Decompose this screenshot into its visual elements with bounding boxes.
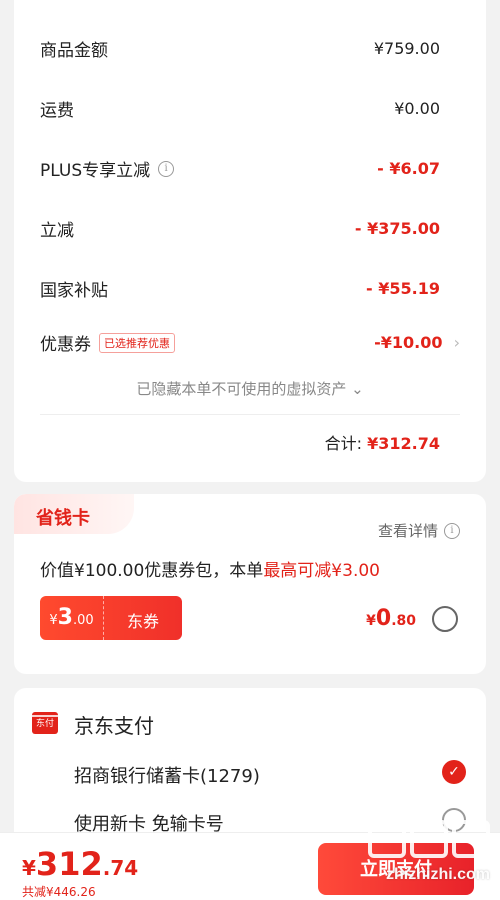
checkmark-icon[interactable]: ✓ xyxy=(442,760,466,784)
summary-row-coupon[interactable]: 优惠券 已选推荐优惠 -¥10.00 › xyxy=(40,330,460,355)
new-card-radio[interactable] xyxy=(442,808,466,832)
summary-row-national-subsidy: 国家补贴 - ¥55.19 xyxy=(40,276,440,301)
coupon-type: 东券 xyxy=(126,612,159,631)
row-label: 立减 xyxy=(40,221,74,241)
coupon-ticket: ¥ 3 .00 东券 xyxy=(40,596,182,640)
recommended-tag: 已选推荐优惠 xyxy=(99,332,175,353)
row-value: - ¥375.00 xyxy=(354,219,440,238)
summary-row-instant-discount: 立减 - ¥375.00 xyxy=(40,216,440,241)
row-label: 优惠券 xyxy=(40,335,91,355)
price-dec: .80 xyxy=(391,613,416,629)
row-value: -¥10.00 xyxy=(374,333,443,352)
bottom-bar: ¥312.74 共减¥446.26 立即支付 xyxy=(0,832,500,900)
chevron-right-icon: › xyxy=(453,333,460,352)
price-int: 0 xyxy=(375,606,392,631)
pay-now-button[interactable]: 立即支付 xyxy=(318,843,474,895)
total-label: 合计: xyxy=(324,434,363,453)
hidden-assets-toggle[interactable]: 已隐藏本单不可使用的虚拟资产 ⌄ xyxy=(14,378,486,399)
total-value: ¥312.74 xyxy=(367,434,440,453)
row-label: 商品金额 xyxy=(40,41,108,61)
yen-sign: ¥ xyxy=(22,856,36,880)
savings-card-radio[interactable] xyxy=(432,606,458,632)
coupon-int: 3 xyxy=(57,605,73,630)
view-details-link[interactable]: 查看详情 i xyxy=(378,520,460,541)
yen-sign: ¥ xyxy=(366,613,376,629)
divider xyxy=(40,414,460,415)
row-value: ¥0.00 xyxy=(394,99,440,118)
summary-row-shipping: 运费 ¥0.00 xyxy=(40,96,440,121)
summary-row-goods-amount: 商品金额 ¥759.00 xyxy=(40,36,440,61)
coupon-amount: ¥ 3 .00 xyxy=(40,596,104,640)
total: 合计: ¥312.74 xyxy=(325,430,440,454)
yen-sign: ¥ xyxy=(49,613,58,628)
info-icon: i xyxy=(444,522,460,539)
desc-highlight: 最高可减¥3.00 xyxy=(263,561,380,581)
desc-prefix: 价值¥100.00优惠券包，本单 xyxy=(40,561,264,581)
info-icon[interactable]: i xyxy=(158,160,175,177)
row-label: PLUS专享立减 xyxy=(40,161,151,181)
total-saved: 共减¥446.26 xyxy=(22,885,96,899)
payment-title: 京东支付 xyxy=(74,714,154,738)
coupon-dec: .00 xyxy=(72,613,94,628)
row-value: - ¥55.19 xyxy=(366,279,440,298)
row-value: ¥759.00 xyxy=(373,39,440,58)
row-value: - ¥6.07 xyxy=(377,159,440,178)
view-details-label: 查看详情 xyxy=(377,522,438,540)
savings-description: 价值¥100.00优惠券包，本单最高可减¥3.00 xyxy=(40,556,380,581)
price-int: 312 xyxy=(35,845,103,883)
price-summary-card: 商品金额 ¥759.00 运费 ¥0.00 PLUS专享立减 i - ¥6.07… xyxy=(14,0,486,482)
payment-option-cmb-card[interactable]: 招商银行储蓄卡(1279) xyxy=(74,762,260,788)
savings-card-price: ¥0.80 xyxy=(366,606,416,631)
row-label: 国家补贴 xyxy=(40,281,108,301)
total-price: ¥312.74 xyxy=(22,845,138,883)
jd-pay-icon: 东付 xyxy=(32,712,58,734)
savings-badge: 省钱卡 xyxy=(14,494,134,534)
summary-row-plus-discount: PLUS专享立减 i - ¥6.07 xyxy=(40,156,440,181)
row-label: 运费 xyxy=(40,101,74,121)
price-dec: .74 xyxy=(102,856,139,880)
savings-card: 省钱卡 查看详情 i 价值¥100.00优惠券包，本单最高可减¥3.00 ¥ 3… xyxy=(14,494,486,674)
